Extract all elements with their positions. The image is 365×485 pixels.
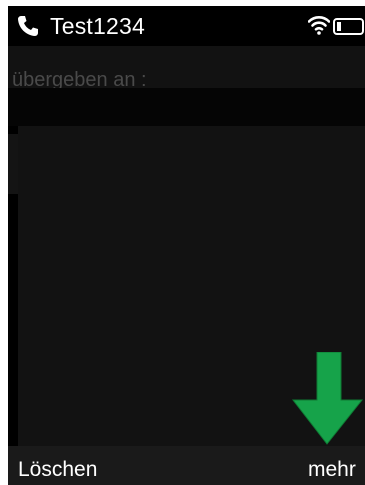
wifi-icon [308,16,330,35]
phone-handset-icon [18,16,38,36]
green-down-arrow-icon [291,352,364,445]
softkey-bar: Löschen mehr [8,446,365,485]
status-bar: Test1234 [8,6,365,46]
more-softkey[interactable]: mehr [308,458,356,482]
device-name: Test1234 [50,13,145,39]
transfer-header: übergeben an : [8,46,365,91]
delete-softkey[interactable]: Löschen [18,458,97,482]
battery-icon [333,18,364,35]
list-header-spacer [8,88,365,126]
list-edge [8,134,18,194]
